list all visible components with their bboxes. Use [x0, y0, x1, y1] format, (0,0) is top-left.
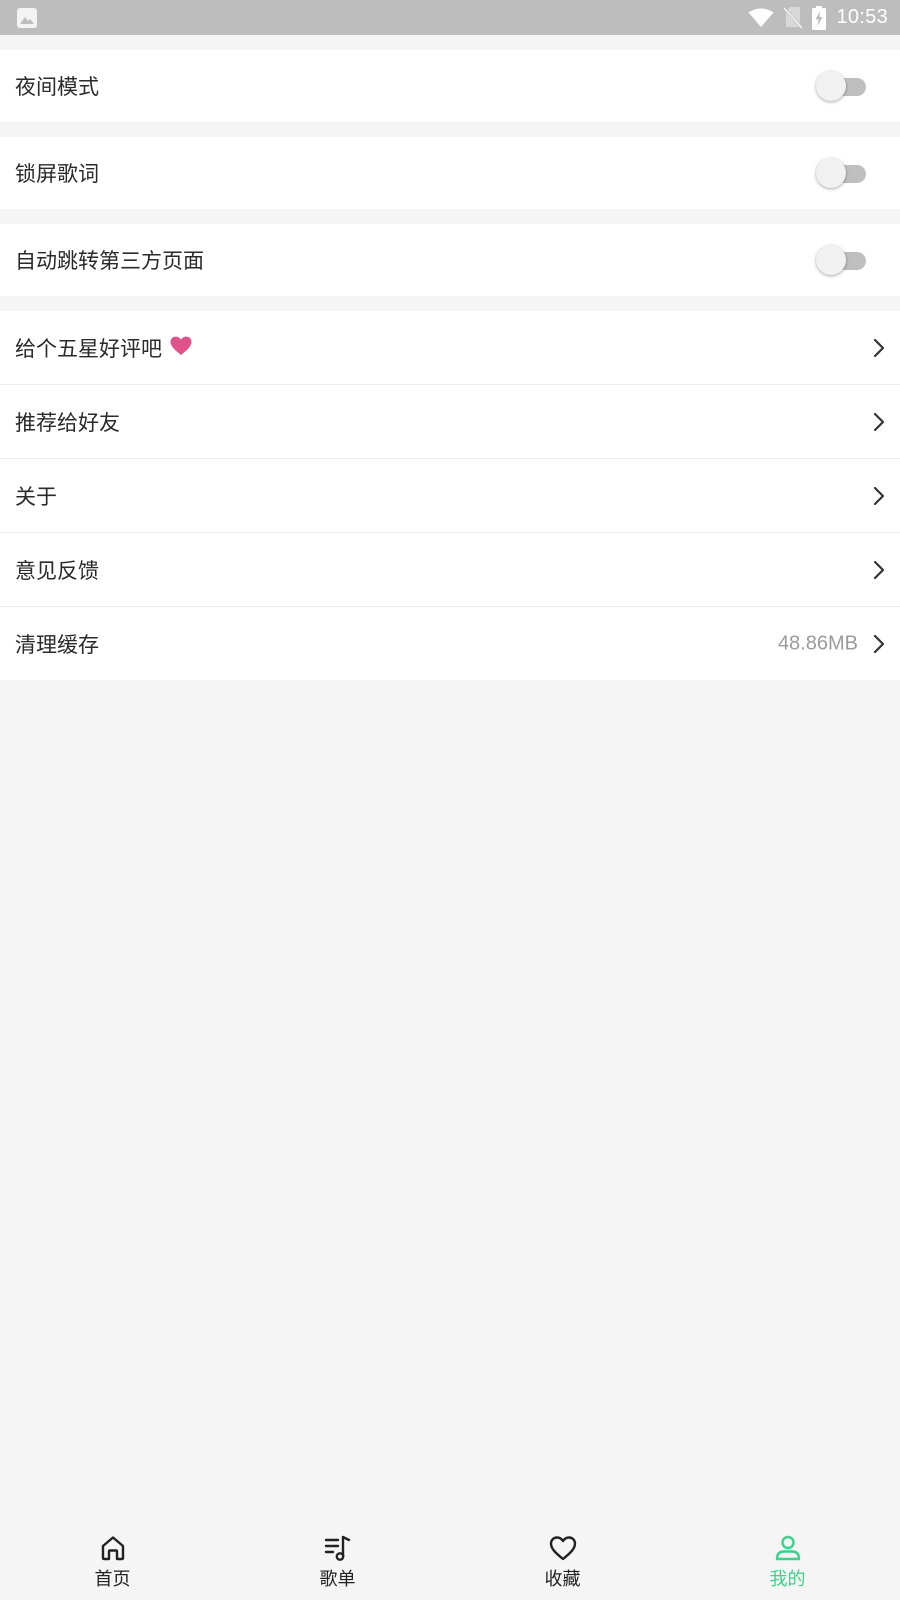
chevron-right-icon [873, 634, 885, 653]
lockscreen-lyrics-row[interactable]: 锁屏歌词 [0, 137, 900, 209]
chevron-right-icon [873, 560, 885, 579]
tab-playlist-label: 歌单 [319, 1569, 356, 1590]
auto-redirect-switch[interactable] [816, 245, 870, 275]
lockscreen-lyrics-switch[interactable] [816, 158, 870, 188]
tab-home[interactable]: 首页 [0, 1518, 225, 1600]
feedback-label: 意见反馈 [15, 558, 99, 583]
tab-favorites[interactable]: 收藏 [450, 1518, 675, 1600]
night-mode-switch[interactable] [816, 71, 870, 101]
heart-icon [170, 336, 192, 360]
gallery-notification-icon [17, 8, 37, 28]
clear-cache-item[interactable]: 清理缓存 48.86MB [0, 607, 900, 680]
rate-five-stars-item[interactable]: 给个五星好评吧 [0, 311, 900, 384]
wifi-icon [748, 8, 774, 27]
night-mode-row[interactable]: 夜间模式 [0, 50, 900, 122]
about-item[interactable]: 关于 [0, 459, 900, 532]
feedback-item[interactable]: 意见反馈 [0, 533, 900, 606]
tab-me[interactable]: 我的 [675, 1518, 900, 1600]
chevron-right-icon [873, 486, 885, 505]
playlist-icon [324, 1535, 350, 1561]
lockscreen-lyrics-label: 锁屏歌词 [15, 162, 99, 186]
battery-charging-icon [812, 5, 827, 30]
chevron-right-icon [873, 338, 885, 357]
bottom-tab-bar: 首页 歌单 收藏 我的 [0, 1518, 900, 1600]
status-time: 10:53 [836, 6, 888, 28]
auto-redirect-label: 自动跳转第三方页面 [15, 249, 204, 273]
user-icon [775, 1535, 800, 1561]
auto-redirect-row[interactable]: 自动跳转第三方页面 [0, 224, 900, 296]
recommend-to-friends-item[interactable]: 推荐给好友 [0, 385, 900, 458]
night-mode-label: 夜间模式 [15, 75, 99, 99]
status-bar: 10:53 [0, 0, 900, 35]
tab-favorites-label: 收藏 [544, 1569, 581, 1590]
no-sim-icon [784, 6, 803, 29]
heart-outline-icon [549, 1536, 576, 1561]
tab-playlist[interactable]: 歌单 [225, 1518, 450, 1600]
home-icon [101, 1536, 124, 1561]
tab-home-label: 首页 [94, 1569, 131, 1590]
clear-cache-label: 清理缓存 [15, 632, 99, 657]
cache-size-value: 48.86MB [777, 632, 858, 654]
tab-me-label: 我的 [769, 1569, 806, 1590]
chevron-right-icon [873, 412, 885, 431]
settings-list: 夜间模式 锁屏歌词 自动跳转第三方页面 给个五星好评吧 推荐给好友 关于 意见反… [0, 35, 900, 680]
rate-five-stars-label: 给个五星好评吧 [15, 336, 162, 361]
about-label: 关于 [15, 484, 57, 509]
recommend-to-friends-label: 推荐给好友 [15, 410, 120, 435]
